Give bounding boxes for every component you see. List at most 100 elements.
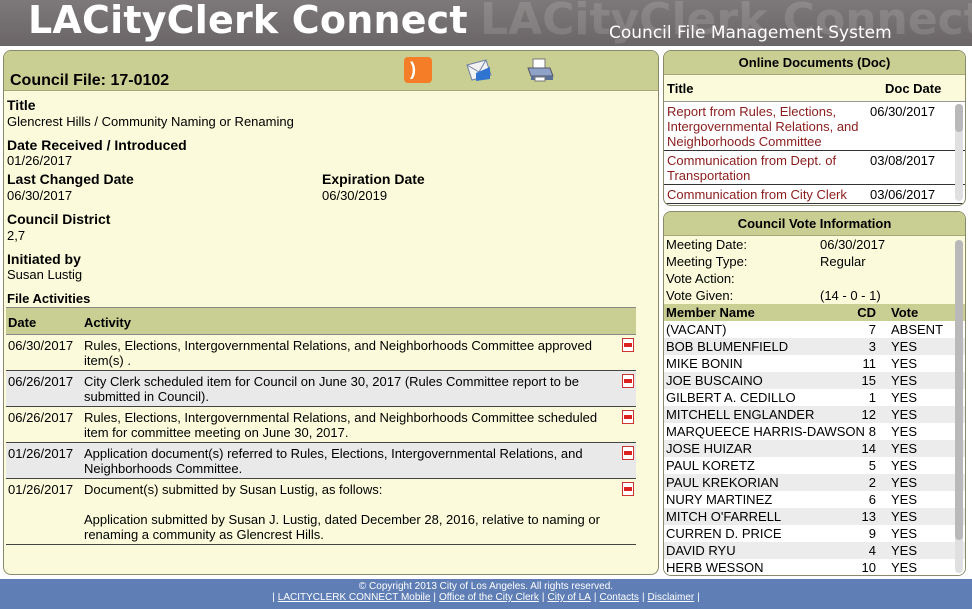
member-district: 4 [868,543,876,558]
member-name: HERB WESSON [666,560,764,575]
meeting-type-label: Meeting Type: [666,254,748,269]
footer-link-city-clerk[interactable]: Office of the City Clerk [439,592,539,603]
meeting-date-value: 06/30/2017 [820,237,886,252]
list-item: Report from Rules, Elections, Intergover… [664,102,965,151]
council-vote-heading: Council Vote Information [664,212,965,236]
member-col-vote: Vote [891,305,919,320]
list-item: Communication from Dept. of Transportati… [664,151,965,185]
council-vote-panel: Council Vote Information Meeting Date: 0… [663,211,966,576]
table-row: 01/26/2017 Application document(s) refer… [6,443,636,479]
table-row: DAVID RYU 4 YES [664,542,965,559]
table-row: 06/26/2017 Rules, Elections, Intergovern… [6,407,636,443]
member-name: MARQUEECE HARRIS-DAWSON [666,424,865,439]
activity-text: Rules, Elections, Intergovernmental Rela… [84,338,593,368]
table-row: JOSE HUIZAR 14 YES [664,440,965,457]
table-row: MIKE BONIN 11 YES [664,355,965,372]
activity-date: 06/26/2017 [8,374,74,389]
document-link[interactable]: Communication from City Clerk [664,185,862,203]
last-changed-label: Last Changed Date [7,171,134,187]
activity-text-detail: Application submitted by Susan J. Lustig… [84,512,600,542]
vote-scrollbar[interactable] [955,240,963,573]
member-list[interactable]: (VACANT) 7 ABSENT BOB BLUMENFIELD 3 YES MIKE B… [664,321,965,575]
member-vote: YES [891,475,918,490]
member-col-cd: CD [857,305,876,320]
pdf-icon[interactable] [622,482,634,496]
member-vote: YES [891,560,918,575]
online-documents-heading: Online Documents (Doc) [664,51,965,75]
table-row: 06/30/2017 Rules, Elections, Intergovern… [6,335,636,371]
online-documents-list[interactable]: Report from Rules, Elections, Intergover… [664,102,965,205]
site-footer: © Copyright 2013 City of Los Angeles. Al… [0,579,972,609]
document-link[interactable]: Report from Rules, Elections, Intergover… [664,102,862,150]
member-vote: YES [891,339,918,354]
table-row: (VACANT) 7 ABSENT [664,321,965,338]
table-row: MITCH O'FARRELL 13 YES [664,508,965,525]
document-link[interactable]: Communication from Dept. of Transportati… [664,151,862,184]
member-district: 3 [868,339,876,354]
member-name: JOSE HUIZAR [666,441,752,456]
table-row: CURREN D. PRICE 9 YES [664,525,965,542]
member-name: PAUL KREKORIAN [666,475,779,490]
member-district: 14 [861,441,876,456]
table-row: NURY MARTINEZ 6 YES [664,491,965,508]
member-district: 13 [861,509,876,524]
site-logo-text[interactable]: LACityClerk Connect [28,0,468,42]
site-header: LACityClerk Connect LACityClerk Connect … [0,0,972,46]
footer-links: | LACITYCLERK CONNECT Mobile | Office of th… [272,592,700,603]
member-name: JOE BUSCAINO [666,373,763,388]
meeting-type-row: Meeting Type: Regular [664,253,965,270]
council-district-value: 2,7 [7,228,26,243]
member-district: 11 [862,356,877,371]
footer-link-mobile[interactable]: LACITYCLERK CONNECT Mobile [278,592,431,603]
member-vote: YES [891,424,918,439]
member-name: (VACANT) [666,322,727,337]
table-row: GILBERT A. CEDILLO 1 YES [664,389,965,406]
list-item: Communication from City Clerk 03/06/2017 [664,185,965,204]
member-vote: YES [891,441,918,456]
table-row: HERB WESSON 10 YES [664,559,965,575]
vote-given-value: (14 - 0 - 1) [820,288,881,303]
pdf-icon[interactable] [622,410,634,424]
activity-text: Document(s) submitted by Susan Lustig, a… [84,479,636,544]
council-file-panel: Council File: 17-0102 ) Title Glencrest … [3,50,659,575]
member-vote: YES [891,492,918,507]
table-row: BOB BLUMENFIELD 3 YES [664,338,965,355]
pdf-icon[interactable] [622,446,634,460]
online-documents-header-row: Title Doc Date [664,75,965,102]
member-district: 10 [861,560,876,575]
file-activities-table: Date Activity 06/30/2017 Rules, Election… [6,307,636,545]
email-icon[interactable] [464,57,492,83]
activity-date: 06/30/2017 [8,338,74,353]
footer-link-city-of-la[interactable]: City of LA [548,592,591,603]
member-district: 8 [868,424,876,439]
printer-icon[interactable] [525,57,554,83]
member-name: MIKE BONIN [666,356,743,371]
council-file-header: Council File: 17-0102 ) [4,51,658,91]
council-file-number: Council File: 17-0102 [10,72,170,89]
pdf-icon[interactable] [622,374,634,388]
rss-icon[interactable]: ) [404,57,432,83]
file-activities-label: File Activities [7,291,91,306]
member-district: 9 [868,526,876,541]
document-date: 03/06/2017 [870,187,936,202]
online-documents-panel: Online Documents (Doc) Title Doc Date Re… [663,50,966,206]
activity-date: 01/26/2017 [8,446,74,461]
table-row: PAUL KORETZ 5 YES [664,457,965,474]
documents-scrollbar[interactable] [955,104,963,201]
member-vote: YES [891,407,918,422]
pdf-icon[interactable] [622,338,634,352]
footer-link-contacts[interactable]: Contacts [599,592,638,603]
council-district-label: Council District [7,211,111,227]
footer-link-disclaimer[interactable]: Disclaimer [648,592,695,603]
member-name: PAUL KORETZ [666,458,755,473]
documents-scroll-thumb[interactable] [955,104,963,132]
member-header-row: Member Name CD Vote [664,304,965,321]
activity-text: Application document(s) referred to Rule… [84,446,583,476]
last-changed-value: 06/30/2017 [7,188,73,203]
table-row: MARQUEECE HARRIS-DAWSON 8 YES [664,423,965,440]
table-row: JOE BUSCAINO 15 YES [664,372,965,389]
member-name: MITCHELL ENGLANDER [666,407,815,422]
table-row: MITCHELL ENGLANDER 12 YES [664,406,965,423]
member-name: DAVID RYU [666,543,736,558]
vote-scroll-thumb[interactable] [955,240,963,540]
